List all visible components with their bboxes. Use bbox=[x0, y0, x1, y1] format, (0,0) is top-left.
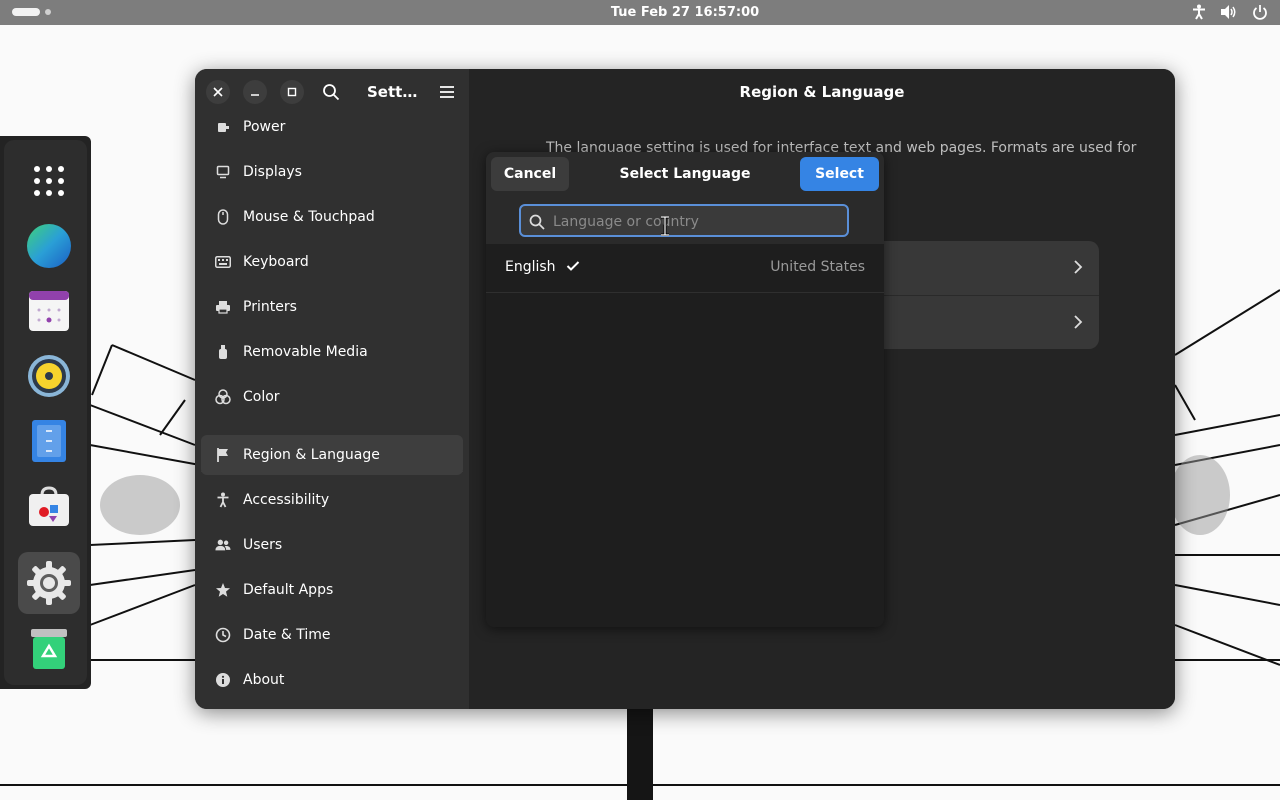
app-grid-icon[interactable] bbox=[18, 150, 80, 212]
sidebar-item-label: Printers bbox=[243, 299, 297, 315]
clock[interactable]: Tue Feb 27 16:57:00 bbox=[0, 5, 1280, 20]
close-button[interactable] bbox=[206, 80, 230, 104]
sidebar-item-label: Region & Language bbox=[243, 447, 380, 463]
top-bar: Tue Feb 27 16:57:00 bbox=[0, 0, 1280, 25]
power-icon bbox=[215, 119, 231, 135]
sidebar-item-label: Keyboard bbox=[243, 254, 309, 270]
trash-icon[interactable] bbox=[18, 618, 80, 680]
users-icon bbox=[215, 537, 231, 553]
accessibility-icon bbox=[215, 492, 231, 508]
volume-icon[interactable] bbox=[1220, 4, 1238, 20]
accessibility-icon[interactable] bbox=[1192, 4, 1206, 20]
maximize-button[interactable] bbox=[280, 80, 304, 104]
search-button[interactable] bbox=[319, 80, 343, 104]
sidebar-item-accessibility[interactable]: Accessibility bbox=[201, 480, 463, 520]
sidebar-item-keyboard[interactable]: Keyboard bbox=[201, 242, 463, 282]
main-menu-button[interactable] bbox=[435, 80, 459, 104]
sidebar-item-label: Date & Time bbox=[243, 627, 331, 643]
close-icon bbox=[213, 87, 223, 97]
language-name: English bbox=[505, 259, 556, 275]
sidebar-item-color[interactable]: Color bbox=[201, 377, 463, 417]
printer-icon bbox=[215, 299, 231, 315]
sidebar-item-about[interactable]: About bbox=[201, 660, 463, 700]
text-cursor-icon bbox=[661, 216, 669, 236]
star-icon bbox=[215, 582, 231, 598]
sidebar-item-label: Accessibility bbox=[243, 492, 330, 508]
mouse-icon bbox=[215, 209, 231, 225]
usb-icon bbox=[215, 344, 231, 360]
language-country: United States bbox=[770, 259, 865, 275]
flag-icon bbox=[215, 447, 231, 463]
software-store-icon[interactable] bbox=[18, 475, 80, 537]
dialog-header: Cancel Select Language Select bbox=[486, 152, 884, 244]
chevron-right-icon bbox=[1074, 260, 1083, 274]
dock bbox=[0, 136, 91, 689]
sidebar-item-label: Displays bbox=[243, 164, 302, 180]
info-icon bbox=[215, 672, 231, 688]
language-search-field[interactable] bbox=[519, 204, 849, 237]
sidebar-item-printers[interactable]: Printers bbox=[201, 287, 463, 327]
dock-panel bbox=[4, 140, 87, 685]
sidebar-item-label: Default Apps bbox=[243, 582, 334, 598]
sidebar-item-displays[interactable]: Displays bbox=[201, 152, 463, 192]
browser-icon[interactable] bbox=[18, 215, 80, 277]
language-search-input[interactable] bbox=[551, 210, 840, 233]
settings-icon[interactable] bbox=[18, 552, 80, 614]
system-tray[interactable] bbox=[1192, 4, 1268, 20]
sidebar-item-label: Mouse & Touchpad bbox=[243, 209, 375, 225]
hamburger-menu-icon bbox=[440, 86, 454, 98]
sidebar-item-label: Power bbox=[243, 119, 286, 135]
search-icon bbox=[529, 214, 545, 230]
sidebar: Sett… Power Displays Mouse & Touchpad Ke… bbox=[195, 69, 469, 709]
search-icon bbox=[323, 84, 340, 101]
maximize-icon bbox=[287, 87, 297, 97]
checkmark-icon bbox=[566, 261, 580, 271]
sidebar-item-label: Color bbox=[243, 389, 280, 405]
minimize-icon bbox=[251, 94, 259, 96]
minimize-button[interactable] bbox=[243, 80, 267, 104]
calendar-icon[interactable] bbox=[18, 280, 80, 342]
page-title: Region & Language bbox=[739, 83, 905, 101]
sidebar-item-removable-media[interactable]: Removable Media bbox=[201, 332, 463, 372]
sidebar-item-region-language[interactable]: Region & Language bbox=[201, 435, 463, 475]
sidebar-item-power[interactable]: Power bbox=[201, 107, 463, 147]
sidebar-item-mouse-touchpad[interactable]: Mouse & Touchpad bbox=[201, 197, 463, 237]
power-icon[interactable] bbox=[1252, 4, 1268, 20]
sidebar-item-default-apps[interactable]: Default Apps bbox=[201, 570, 463, 610]
sidebar-title: Sett… bbox=[367, 83, 418, 101]
clock-icon bbox=[215, 627, 231, 643]
keyboard-icon bbox=[215, 254, 231, 270]
sidebar-item-users[interactable]: Users bbox=[201, 525, 463, 565]
display-icon bbox=[215, 164, 231, 180]
sidebar-item-label: About bbox=[243, 672, 285, 688]
select-button[interactable]: Select bbox=[800, 157, 879, 191]
chevron-right-icon bbox=[1074, 315, 1083, 329]
color-icon bbox=[215, 389, 231, 405]
text-editor-icon[interactable] bbox=[18, 410, 80, 472]
sidebar-item-date-time[interactable]: Date & Time bbox=[201, 615, 463, 655]
list-divider bbox=[486, 292, 884, 293]
sidebar-item-label: Users bbox=[243, 537, 283, 553]
sidebar-item-label: Removable Media bbox=[243, 344, 368, 360]
music-icon[interactable] bbox=[18, 345, 80, 407]
select-language-dialog: Cancel Select Language Select English Un… bbox=[486, 152, 884, 627]
language-list-item[interactable]: English United States bbox=[486, 244, 884, 292]
